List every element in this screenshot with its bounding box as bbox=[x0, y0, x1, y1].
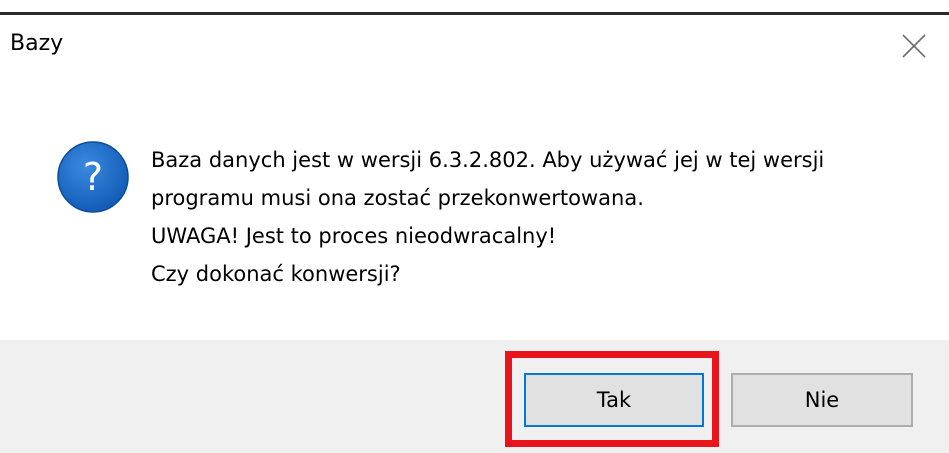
close-icon bbox=[902, 34, 926, 58]
close-button[interactable] bbox=[879, 15, 949, 77]
dialog-content: ? Baza danych jest w wersji 6.3.2.802. A… bbox=[0, 77, 949, 340]
no-button[interactable]: Nie bbox=[731, 373, 913, 427]
message-line: Czy dokonać konwersji? bbox=[151, 262, 401, 286]
window-top-border bbox=[0, 0, 949, 16]
question-icon: ? bbox=[57, 141, 129, 213]
yes-button[interactable]: Tak bbox=[524, 373, 704, 427]
message-line: UWAGA! Jest to proces nieodwracalny! bbox=[151, 224, 557, 248]
button-bar: Tak Nie bbox=[0, 340, 949, 453]
message-line: programu musi ona zostać przekonwertowan… bbox=[151, 186, 644, 210]
title-bar[interactable]: Bazy bbox=[0, 15, 949, 77]
svg-text:?: ? bbox=[83, 155, 103, 199]
message-line: Baza danych jest w wersji 6.3.2.802. Aby… bbox=[151, 148, 825, 172]
message-text: Baza danych jest w wersji 6.3.2.802. Aby… bbox=[151, 141, 911, 293]
window-title: Bazy bbox=[10, 31, 64, 56]
message-dialog: Bazy ? Baza danych jest w wersji 6.3.2.8… bbox=[0, 0, 949, 453]
